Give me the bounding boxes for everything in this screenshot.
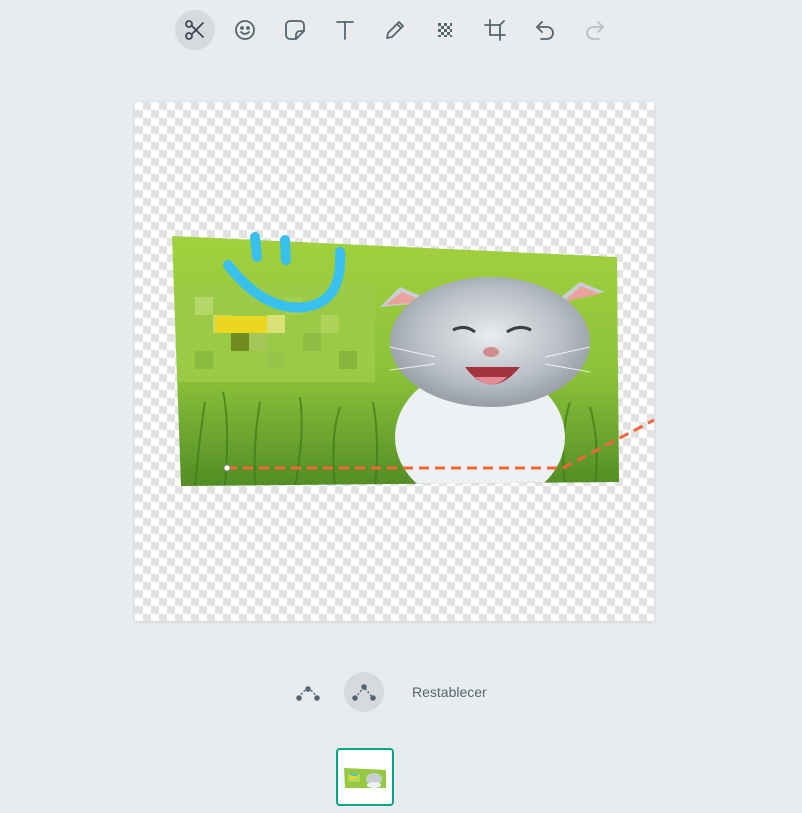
edited-image — [172, 232, 655, 486]
sticker-button[interactable] — [275, 10, 315, 50]
text-button[interactable] — [325, 10, 365, 50]
crop-icon — [484, 19, 506, 41]
undo-icon — [536, 21, 554, 40]
sticker-icon — [285, 20, 305, 40]
sharp-curve-button[interactable] — [344, 672, 384, 712]
emoji-button[interactable] — [225, 10, 265, 50]
smooth-curve-button[interactable] — [288, 672, 328, 712]
cutout-controls: Restablecer — [288, 672, 487, 712]
pencil-icon — [386, 21, 404, 39]
cutout-start-handle[interactable] — [223, 464, 231, 472]
redo-button[interactable] — [575, 10, 615, 50]
editor-canvas[interactable] — [135, 102, 655, 621]
text-icon — [336, 21, 354, 40]
thumbnail-preview — [340, 752, 390, 802]
pixelate-button[interactable] — [425, 10, 465, 50]
pixelated-area — [175, 282, 375, 382]
reset-button[interactable]: Restablecer — [412, 684, 487, 700]
scissors-button[interactable] — [175, 10, 215, 50]
curve-smooth-icon — [296, 686, 320, 701]
pencil-button[interactable] — [375, 10, 415, 50]
undo-button[interactable] — [525, 10, 565, 50]
crop-button[interactable] — [475, 10, 515, 50]
editor-toolbar — [175, 10, 615, 50]
curve-sharp-icon — [352, 684, 376, 701]
redo-icon — [586, 21, 604, 40]
image-thumbnail[interactable] — [336, 748, 394, 806]
pixelate-icon — [438, 23, 452, 37]
scissors-icon — [185, 20, 204, 40]
emoji-icon — [235, 20, 255, 40]
